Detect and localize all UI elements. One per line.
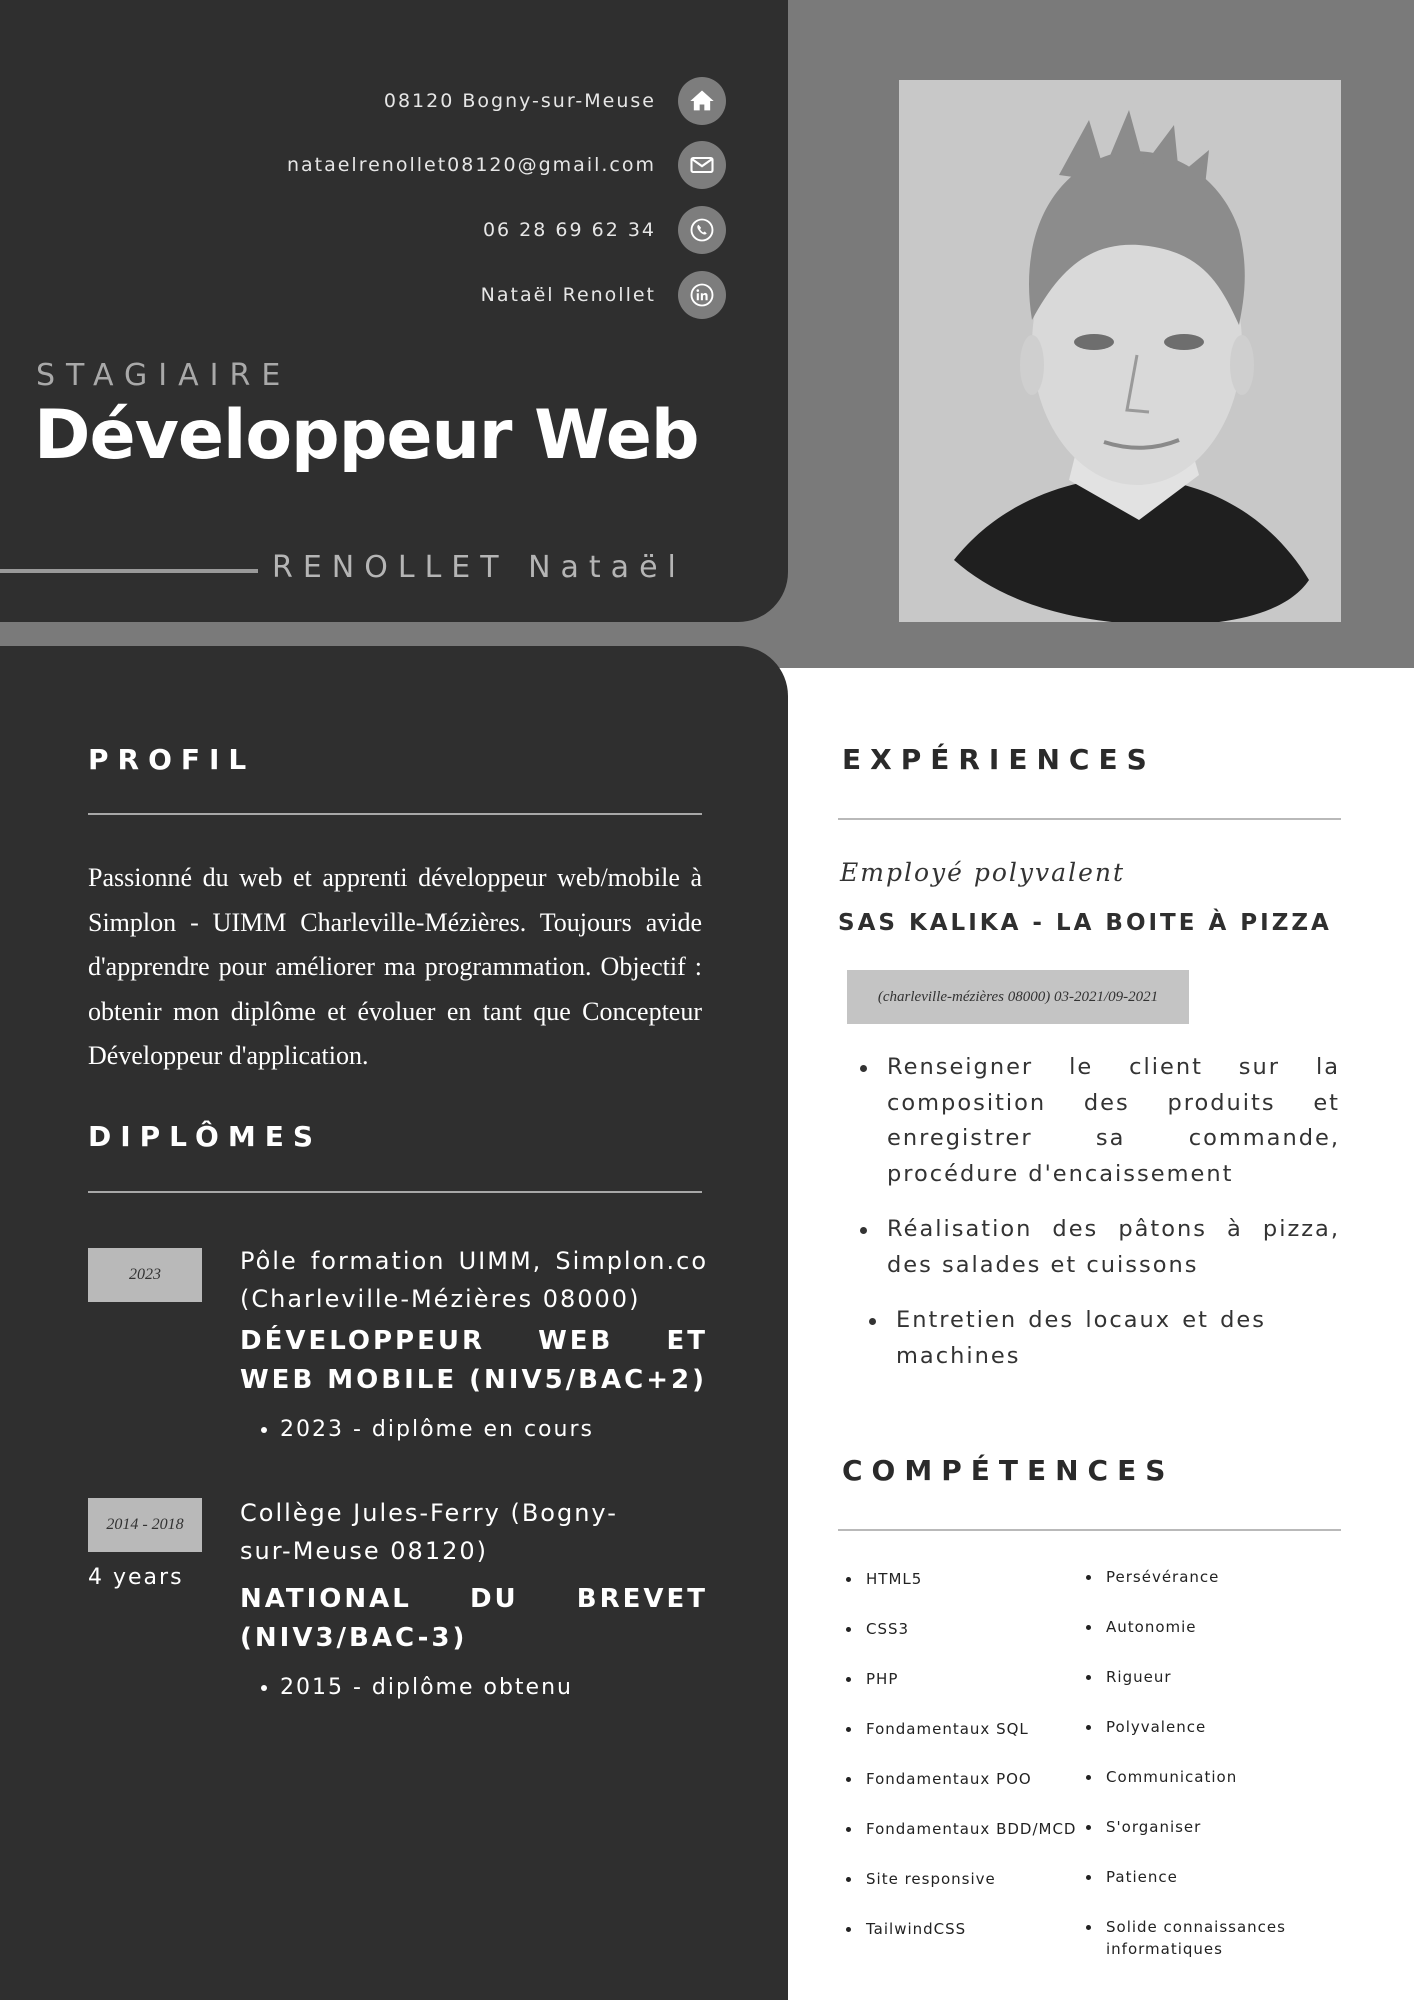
mail-icon	[678, 141, 726, 189]
experience-task: Entretien des locaux et des machines	[869, 1303, 1266, 1374]
skill-item: Rigueur	[1086, 1666, 1336, 1716]
diploma-degree: NATIONAL DU BREVET (NIV3/BAC-3)	[240, 1584, 708, 1653]
phone-icon	[678, 206, 726, 254]
linkedin-icon	[678, 271, 726, 319]
linkedin-text[interactable]: Nataël Renollet	[481, 284, 656, 306]
skill-item: Fondamentaux POO	[846, 1768, 1081, 1818]
role-label: STAGIAIRE	[36, 358, 292, 393]
name-divider	[0, 569, 258, 573]
job-title: Employé polyvalent	[840, 858, 1126, 887]
skill-item: CSS3	[846, 1618, 1081, 1668]
experience-divider	[838, 818, 1341, 820]
contact-address: 08120 Bogny-sur-Meuse	[384, 77, 726, 125]
profile-heading: PROFIL	[88, 743, 256, 776]
skill-item: Polyvalence	[1086, 1716, 1336, 1766]
skill-item: Patience	[1086, 1866, 1336, 1916]
skill-item: S'organiser	[1086, 1816, 1336, 1866]
experience-task: Renseigner le client sur la composition …	[860, 1050, 1340, 1192]
skill-item: Fondamentaux SQL	[846, 1718, 1081, 1768]
skill-item: Autonomie	[1086, 1616, 1336, 1666]
home-icon	[678, 77, 726, 125]
phone-text[interactable]: 06 28 69 62 34	[483, 219, 656, 241]
diploma-date-badge: 2014 - 2018	[88, 1498, 202, 1552]
skill-item: PHP	[846, 1668, 1081, 1718]
experience-tasks: Entretien des locaux et des machines	[869, 1303, 1266, 1374]
job-headline: Développeur Web	[34, 396, 700, 475]
diploma-detail-item: 2023 - diplôme en cours	[280, 1417, 594, 1442]
soft-skills-list: Persévérance Autonomie Rigueur Polyvalen…	[1086, 1566, 1336, 1966]
experience-heading: EXPÉRIENCES	[842, 743, 1156, 776]
skill-item: Fondamentaux BDD/MCD	[846, 1818, 1081, 1868]
skill-item: TailwindCSS	[846, 1918, 1081, 1968]
diploma-degree: DÉVELOPPEUR WEB ET WEB MOBILE (NIV5/BAC+…	[240, 1326, 708, 1395]
technical-skills-list: HTML5 CSS3 PHP Fondamentaux SQL Fondamen…	[846, 1568, 1081, 1968]
email-text[interactable]: nataelrenollet08120@gmail.com	[287, 154, 656, 176]
skill-item: Site responsive	[846, 1868, 1081, 1918]
skills-heading: COMPÉTENCES	[842, 1454, 1175, 1487]
profile-divider	[88, 813, 702, 815]
diploma-school: Collège Jules-Ferry (Bogny-sur-Meuse 081…	[240, 1499, 618, 1565]
diploma-date-badge: 2023	[88, 1248, 202, 1302]
contact-phone[interactable]: 06 28 69 62 34	[483, 206, 726, 254]
diploma-school: Pôle formation UIMM, Simplon.co (Charlev…	[240, 1247, 708, 1313]
company-name: SAS KALIKA - LA BOITE À PIZZA	[838, 910, 1332, 936]
profile-text: Passionné du web et apprenti développeur…	[88, 863, 702, 1070]
skill-item: Solide connaissances informatiques	[1086, 1916, 1336, 1966]
skill-item: Persévérance	[1086, 1566, 1336, 1616]
experience-tasks: Réalisation des pâtons à pizza, des sala…	[860, 1212, 1340, 1283]
contact-linkedin[interactable]: Nataël Renollet	[481, 271, 726, 319]
address-text: 08120 Bogny-sur-Meuse	[383, 90, 656, 112]
diploma-duration: 4 years	[88, 1565, 184, 1590]
experience-location-dates: (charleville-mézières 08000) 03-2021/09-…	[847, 970, 1189, 1024]
diploma-details: 2023 - diplôme en cours	[240, 1417, 594, 1442]
skills-divider	[838, 1529, 1341, 1531]
diplomas-heading: DIPLÔMES	[88, 1120, 322, 1153]
contact-email[interactable]: nataelrenollet08120@gmail.com	[287, 141, 726, 189]
experience-task: Réalisation des pâtons à pizza, des sala…	[860, 1212, 1340, 1283]
profile-photo	[899, 80, 1341, 622]
diploma-details: 2015 - diplôme obtenu	[240, 1675, 573, 1700]
experience-tasks: Renseigner le client sur la composition …	[860, 1050, 1340, 1192]
diplomas-divider	[88, 1191, 702, 1193]
person-name: RENOLLET Nataël	[272, 550, 686, 585]
diploma-detail-item: 2015 - diplôme obtenu	[280, 1675, 573, 1700]
skill-item: Communication	[1086, 1766, 1336, 1816]
skill-item: HTML5	[846, 1568, 1081, 1618]
